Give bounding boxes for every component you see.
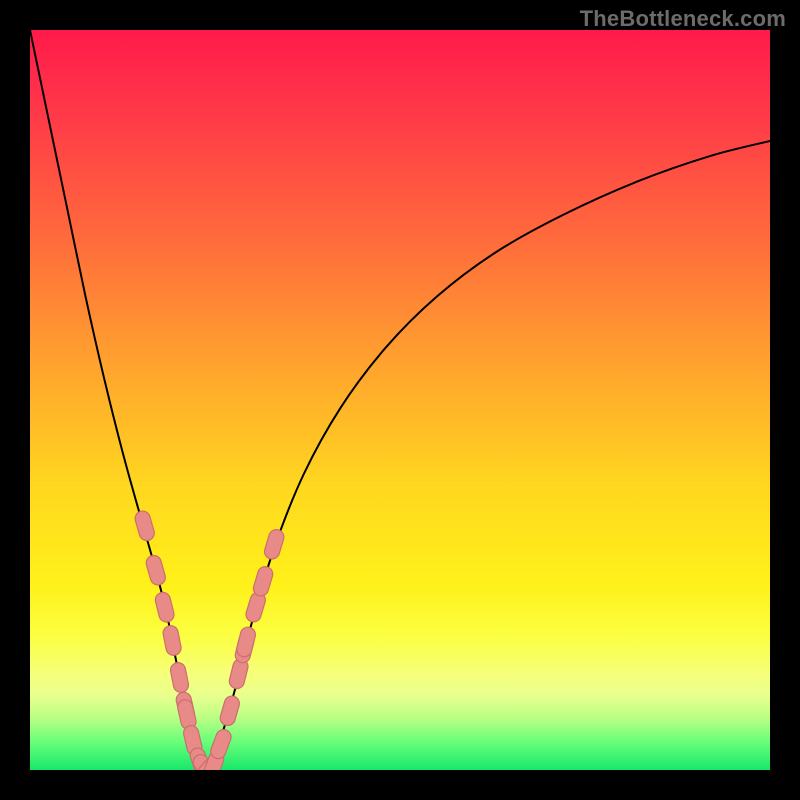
chart-svg bbox=[30, 30, 770, 770]
chart-frame: TheBottleneck.com bbox=[0, 0, 800, 800]
watermark-text: TheBottleneck.com bbox=[580, 6, 786, 32]
marker-capsule bbox=[144, 554, 167, 587]
marker-capsule bbox=[235, 626, 257, 659]
marker-capsule bbox=[162, 624, 183, 656]
marker-capsule bbox=[154, 591, 176, 624]
bottleneck-curve bbox=[30, 30, 770, 770]
marker-capsule bbox=[218, 694, 241, 727]
plot-area bbox=[30, 30, 770, 770]
marker-capsule bbox=[169, 661, 190, 693]
marker-capsule bbox=[252, 565, 275, 598]
marker-capsule bbox=[263, 528, 286, 561]
marker-capsule bbox=[209, 727, 234, 760]
marker-capsule bbox=[133, 509, 156, 542]
